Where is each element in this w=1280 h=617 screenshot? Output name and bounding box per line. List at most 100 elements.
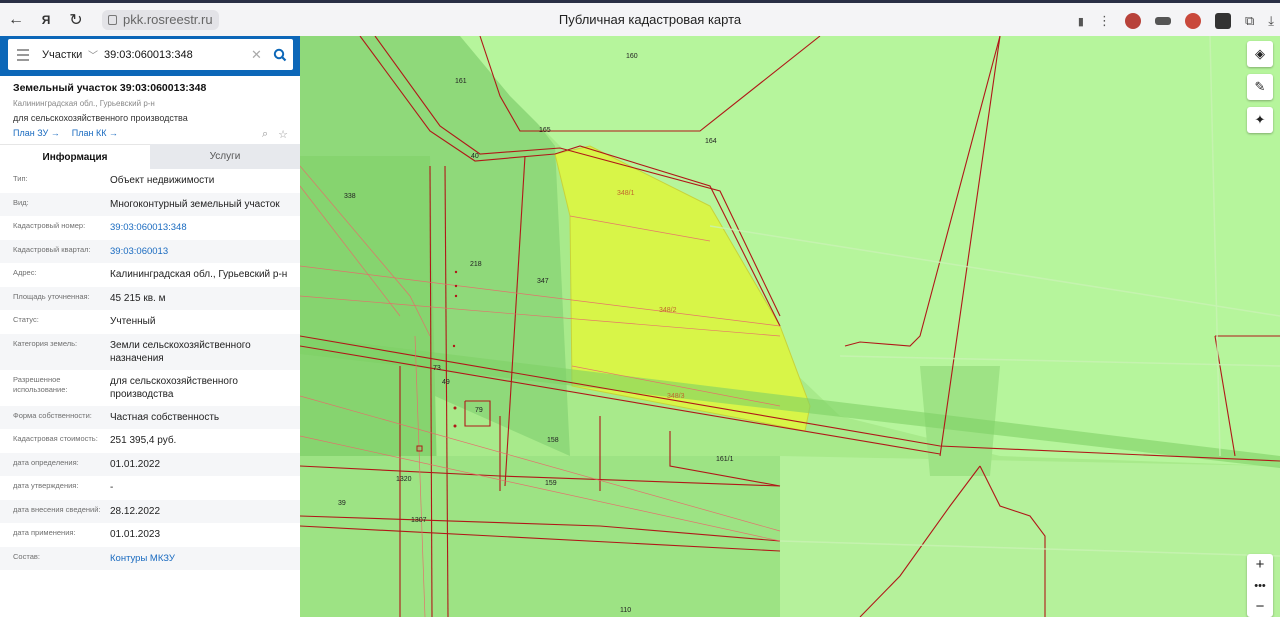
parcel-label[interactable]: 160 <box>626 53 638 60</box>
search-panel: Участки ﹀ 39:03:060013:348 ✕ ‹ <box>0 36 310 76</box>
table-row: Кадастровый номер: 39:03:060013:348 <box>0 216 300 240</box>
locate-button[interactable]: ✦ <box>1247 107 1273 133</box>
zoom-control: + ••• − <box>1247 554 1273 617</box>
search-type-select[interactable]: Участки <box>38 49 88 61</box>
row-label: дата определения: <box>13 457 79 467</box>
row-label: дата применения: <box>13 528 76 537</box>
more-icon[interactable]: ⋮ <box>1098 13 1111 29</box>
search-button[interactable] <box>267 39 293 70</box>
object-address: Калининградская обл., Гурьевский р-н <box>13 99 155 108</box>
extensions-icon[interactable]: ⧉ <box>1245 13 1254 29</box>
cadastral-number-link[interactable]: 39:03:060013:348 <box>110 221 290 235</box>
search-input[interactable]: 39:03:060013:348 <box>104 49 251 61</box>
address-bar[interactable]: pkk.rosreestr.ru <box>102 9 219 30</box>
download-icon[interactable]: ⤓ <box>1268 13 1274 29</box>
row-value: для сельскохозяйственного производства <box>110 375 238 400</box>
parcel-label[interactable]: 1320 <box>396 476 412 483</box>
parcel-label-selected[interactable]: 348/2 <box>659 307 677 314</box>
table-row: Вид: Многоконтурный земельный участок <box>0 192 300 216</box>
row-label: Кадастровая стоимость: <box>13 434 98 443</box>
zoom-more-button[interactable]: ••• <box>1247 575 1273 596</box>
row-value: Калининградская обл., Гурьевский р-н <box>110 269 288 280</box>
parcel-label[interactable]: 164 <box>705 138 717 145</box>
parcel-label[interactable]: 347 <box>537 278 549 285</box>
row-label: Форма собственности: <box>13 410 92 420</box>
table-row: Тип: Объект недвижимости <box>0 169 300 193</box>
extension-icon-1[interactable] <box>1124 13 1141 29</box>
parcel-label[interactable]: 1307 <box>411 517 427 524</box>
tabs: Информация Услуги <box>0 144 300 169</box>
parcel-label[interactable]: 338 <box>344 193 356 200</box>
table-row: Адрес: Калининградская обл., Гурьевский … <box>0 263 300 287</box>
contours-link[interactable]: Контуры МКЗУ <box>110 552 290 566</box>
zoom-to-object-icon[interactable]: ⌕ <box>262 128 268 141</box>
clear-icon[interactable]: ✕ <box>251 47 267 63</box>
parcel-label[interactable]: 165 <box>539 127 551 134</box>
parcel-label[interactable]: 218 <box>470 261 482 268</box>
back-icon[interactable]: ← <box>2 6 30 34</box>
table-row: Кадастровая стоимость: 251 395,4 руб. <box>0 429 300 453</box>
table-row: Категория земель: Земли сельскохозяйстве… <box>0 333 300 370</box>
table-row: Состав: Контуры МКЗУ <box>0 546 300 570</box>
table-row: Площадь уточненная: 45 215 кв. м <box>0 286 300 310</box>
tab-info[interactable]: Информация <box>0 144 150 169</box>
row-label: дата внесения сведений: <box>13 504 101 514</box>
parcel-label[interactable]: 49 <box>442 379 450 386</box>
map-canvas[interactable]: 160 161 165 164 40 338 218 347 348/1 348… <box>300 36 1280 617</box>
table-row: дата определения: 01.01.2022 <box>0 452 300 476</box>
yandex-icon[interactable]: Я <box>32 6 60 34</box>
bookmark-icon[interactable]: ▮ <box>1078 15 1084 28</box>
lock-icon <box>108 14 117 25</box>
plan-kk-link[interactable]: План КК → <box>72 128 118 138</box>
row-label: Тип: <box>13 174 28 183</box>
table-row: Статус: Учтенный <box>0 310 300 334</box>
row-value: 28.12.2022 <box>110 505 161 517</box>
zoom-in-button[interactable]: + <box>1247 554 1273 575</box>
parcel-label-selected[interactable]: 348/1 <box>617 190 635 197</box>
chevron-down-icon[interactable]: ﹀ <box>88 47 104 62</box>
search-icon <box>273 48 287 61</box>
parcel-label[interactable]: 161 <box>455 78 467 85</box>
row-value: - <box>110 482 114 493</box>
row-value: 01.01.2022 <box>110 458 161 470</box>
object-use: для сельскохозяйственного производства <box>13 113 188 123</box>
measure-button[interactable]: ✎ <box>1247 74 1273 100</box>
row-value: Многоконтурный земельный участок <box>110 198 280 210</box>
parcel-label[interactable]: 39 <box>338 500 346 507</box>
row-value: 45 215 кв. м <box>110 292 166 304</box>
object-header: Земельный участок 39:03:060013:348 Калин… <box>0 76 300 144</box>
row-value: Земли сельскохозяйственного назначения <box>110 339 251 364</box>
parcel-label-selected[interactable]: 348/3 <box>667 393 685 400</box>
table-row: Разрешенное использование: для сельскохо… <box>0 370 300 406</box>
parcel-label[interactable]: 159 <box>545 480 557 487</box>
reload-icon[interactable]: ↻ <box>62 6 90 34</box>
object-title: Земельный участок 39:03:060013:348 <box>13 82 207 94</box>
row-value: 01.01.2023 <box>110 529 161 540</box>
row-label: Вид: <box>13 197 29 207</box>
row-value: Объект недвижимости <box>110 175 215 186</box>
plan-zu-link[interactable]: План ЗУ → <box>13 128 60 138</box>
cadastral-map[interactable]: 160 161 165 164 40 338 218 347 348/1 348… <box>300 36 1280 617</box>
parcel-label[interactable]: 40 <box>471 153 479 160</box>
parcel-label[interactable]: 158 <box>547 437 559 444</box>
crosshair-icon: ✦ <box>1254 112 1266 127</box>
extension-icon-4[interactable] <box>1214 13 1231 29</box>
row-label: Площадь уточненная: <box>13 291 90 301</box>
star-icon[interactable]: ☆ <box>278 128 288 141</box>
parcel-label[interactable]: 79 <box>475 407 483 414</box>
row-value: 251 395,4 руб. <box>110 435 177 446</box>
zoom-out-button[interactable]: − <box>1247 596 1273 617</box>
row-value: Учтенный <box>110 316 156 327</box>
extension-icon-2[interactable] <box>1154 17 1171 25</box>
tab-services[interactable]: Услуги <box>150 144 300 169</box>
cadastral-quarter-link[interactable]: 39:03:060013 <box>110 245 290 259</box>
parcel-label[interactable]: 161/1 <box>716 456 734 463</box>
row-label: Кадастровый номер: <box>13 221 86 230</box>
row-label: дата утверждения: <box>13 481 79 490</box>
layers-icon: ◈ <box>1255 46 1265 61</box>
parcel-label[interactable]: 110 <box>620 607 631 614</box>
layers-button[interactable]: ◈ <box>1247 41 1273 67</box>
parcel-label[interactable]: 73 <box>433 365 441 372</box>
extension-icon-3[interactable] <box>1184 13 1201 29</box>
menu-icon[interactable] <box>8 39 38 70</box>
